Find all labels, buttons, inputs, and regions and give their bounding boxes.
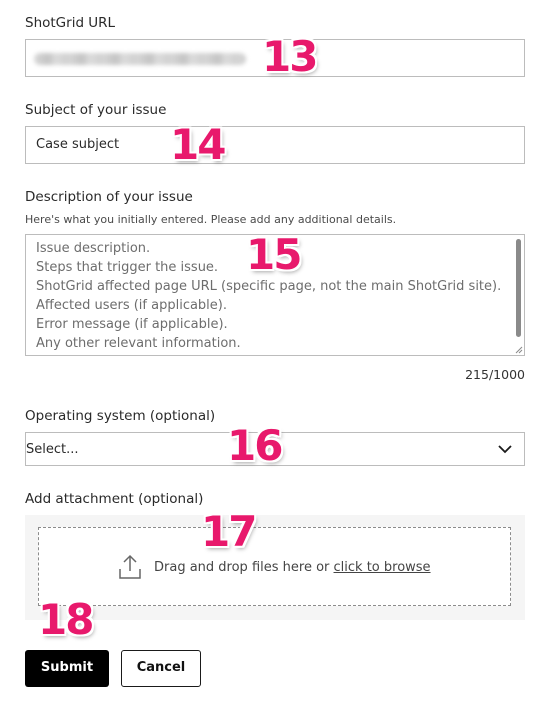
dropzone-text: Drag and drop files here or click to bro… bbox=[154, 560, 431, 575]
shotgrid-url-label: ShotGrid URL bbox=[25, 15, 116, 31]
cancel-button[interactable]: Cancel bbox=[121, 650, 201, 687]
description-line: Error message (if applicable). bbox=[36, 317, 228, 332]
browse-link[interactable]: click to browse bbox=[334, 560, 431, 575]
attachment-dropzone[interactable]: Drag and drop files here or click to bro… bbox=[38, 527, 511, 606]
character-counter: 215/1000 bbox=[465, 367, 525, 382]
operating-system-selected-value: Select... bbox=[26, 442, 79, 457]
subject-input[interactable]: Case subject bbox=[25, 126, 525, 164]
description-line: Steps that trigger the issue. bbox=[36, 260, 219, 275]
callout-17: 17 bbox=[201, 507, 257, 556]
attachment-label: Add attachment (optional) bbox=[25, 491, 204, 507]
operating-system-label: Operating system (optional) bbox=[25, 408, 216, 424]
description-line: Any other relevant information. bbox=[36, 336, 241, 351]
callout-15: 15 bbox=[246, 230, 302, 279]
callout-13: 13 bbox=[262, 32, 318, 81]
description-line: ShotGrid affected page URL (specific pag… bbox=[36, 279, 502, 294]
description-line: Issue description. bbox=[36, 241, 151, 256]
upload-icon bbox=[119, 554, 141, 579]
textarea-scrollbar[interactable] bbox=[516, 239, 521, 337]
attachment-dropzone-area: Drag and drop files here or click to bro… bbox=[25, 515, 525, 620]
description-label: Description of your issue bbox=[25, 189, 193, 205]
subject-value: Case subject bbox=[36, 137, 120, 152]
submit-button[interactable]: Submit bbox=[25, 650, 109, 687]
subject-label: Subject of your issue bbox=[25, 102, 167, 118]
dropzone-prompt: Drag and drop files here or bbox=[154, 560, 330, 575]
callout-18: 18 bbox=[38, 595, 94, 644]
resize-grip-icon[interactable] bbox=[515, 346, 523, 354]
chevron-down-icon bbox=[498, 445, 512, 454]
callout-16: 16 bbox=[227, 421, 283, 470]
description-helper-text: Here's what you initially entered. Pleas… bbox=[25, 213, 397, 226]
description-line: Affected users (if applicable). bbox=[36, 298, 228, 313]
redacted-url-value bbox=[34, 53, 246, 65]
callout-14: 14 bbox=[170, 120, 226, 169]
